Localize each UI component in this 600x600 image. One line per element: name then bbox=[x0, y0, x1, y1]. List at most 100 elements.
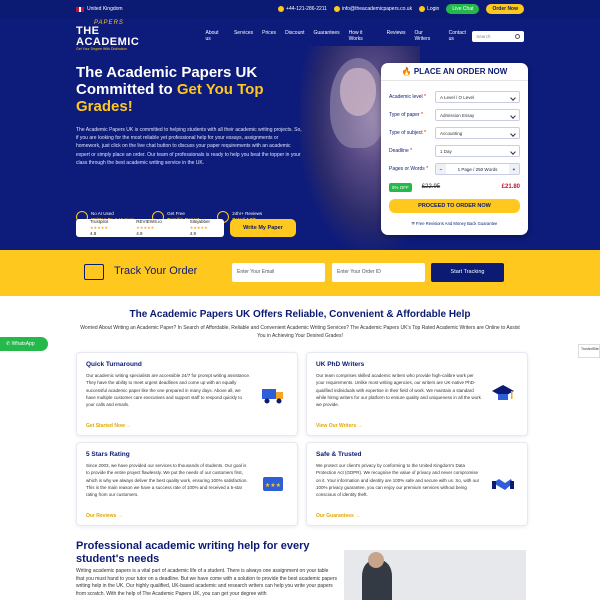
trusted-site-badge[interactable]: TrustedSite bbox=[578, 344, 600, 358]
email-text: info@theacademicpapers.co.uk bbox=[341, 6, 413, 12]
order-now-button[interactable]: Order Now bbox=[486, 4, 524, 14]
order-form-title-text: PLACE AN ORDER NOW bbox=[413, 67, 508, 76]
hero-description: The Academic Papers UK is committed to h… bbox=[76, 127, 302, 166]
card-safe-trusted: Safe & Trusted We protect our client's p… bbox=[306, 442, 528, 526]
handshake-icon bbox=[492, 479, 514, 490]
card-desc: Since 2003, we have provided our service… bbox=[86, 463, 248, 498]
card-title: Safe & Trusted bbox=[316, 451, 362, 458]
nav-item-services[interactable]: Services bbox=[234, 30, 253, 42]
track-order-title: Track Your Order bbox=[114, 265, 198, 277]
section-subtitle: Worried About Writing an Academic Paper?… bbox=[80, 325, 520, 339]
badge-label: No AI Used bbox=[91, 211, 114, 216]
live-chat-button[interactable]: Live Chat bbox=[446, 4, 480, 14]
user-icon bbox=[419, 6, 426, 12]
shield-icon: ⛨ bbox=[411, 221, 415, 226]
bottom-title: Professional academic writing help for e… bbox=[76, 540, 310, 565]
field-label: Academic level * bbox=[389, 94, 426, 100]
review-sitejabber[interactable]: Sitejabber ★★★★★ 4.9 bbox=[190, 219, 210, 237]
whatsapp-text: WhatsApp bbox=[11, 341, 35, 347]
badge-label: Get Free bbox=[167, 211, 185, 216]
phone-text: +44-121-286-2211 bbox=[286, 6, 327, 12]
review-reviewsio[interactable]: REVIEWS.io ★★★★★ 4.9 bbox=[136, 219, 162, 237]
search-input[interactable]: Search bbox=[472, 30, 524, 42]
card-phd-writers: UK PhD Writers Our team comprises skille… bbox=[306, 352, 528, 436]
login-text: Login bbox=[427, 6, 440, 12]
discount-badge: 5% OFF bbox=[389, 182, 412, 192]
review-rating: 4.9 bbox=[136, 231, 143, 236]
nav-item-about[interactable]: About us bbox=[205, 30, 224, 42]
card-title: 5 Stars Rating bbox=[86, 451, 130, 458]
card-link[interactable]: Our Guarantees → bbox=[316, 513, 360, 519]
paper-type-select[interactable]: Admission Essay bbox=[435, 109, 520, 121]
track-order-id-input[interactable]: Enter Your Order ID bbox=[332, 263, 425, 282]
phone-link[interactable]: +44-121-286-2211 bbox=[278, 6, 327, 12]
old-price: £22.95 bbox=[421, 184, 441, 190]
proceed-order-button[interactable]: PROCEED TO ORDER NOW bbox=[389, 199, 520, 213]
review-platforms: Trustpilot ★★★★★ 4.8 REVIEWS.io ★★★★★ 4.9 Si… bbox=[76, 219, 224, 237]
student-head bbox=[368, 552, 384, 568]
card-desc: Our team comprises skilled academic writ… bbox=[316, 373, 481, 408]
nav-item-reviews[interactable]: Reviews bbox=[387, 30, 406, 42]
uk-flag-icon bbox=[76, 6, 84, 12]
track-email-input[interactable]: Enter Your Email bbox=[232, 263, 325, 282]
card-desc: We protect our client's privacy by confo… bbox=[316, 463, 480, 498]
logo-line2: THE ACADEMIC bbox=[76, 25, 140, 49]
mail-icon bbox=[333, 6, 340, 12]
card-desc: Our academic writing specialists are acc… bbox=[86, 373, 251, 408]
graduation-cap-icon bbox=[492, 385, 514, 400]
email-link[interactable]: info@theacademicpapers.co.uk bbox=[333, 6, 413, 12]
pages-stepper: − 1 Page / 250 Words + bbox=[435, 163, 520, 175]
pages-row: Pages or Words * − 1 Page / 250 Words + bbox=[389, 163, 520, 175]
nav-item-discount[interactable]: Discount bbox=[285, 30, 304, 42]
field-label: Type of subject * bbox=[389, 130, 426, 136]
academic-level-row: Academic level * A Level / O Level bbox=[389, 91, 520, 103]
nav-item-contact[interactable]: Contact us bbox=[449, 30, 473, 42]
card-link[interactable]: View Our Writers → bbox=[316, 423, 363, 429]
svg-text:★★★: ★★★ bbox=[265, 482, 281, 489]
academic-level-select[interactable]: A Level / O Level bbox=[435, 91, 520, 103]
field-label: Type of paper * bbox=[389, 112, 423, 118]
rating-stars-icon: ★★★ bbox=[263, 477, 283, 491]
free-revisions-note: ⛨ Free Revisions And Money Back Guarante… bbox=[389, 221, 520, 226]
subject-row: Type of subject * Accounting bbox=[389, 127, 520, 139]
whatsapp-button[interactable]: ✆ WhatsApp bbox=[0, 337, 48, 351]
section-title: The Academic Papers UK Offers Reliable, … bbox=[129, 309, 471, 320]
nav-item-guarantees[interactable]: Guarantees bbox=[314, 30, 340, 42]
card-link[interactable]: Our Reviews → bbox=[86, 513, 123, 519]
logo-tagline: Get Your Degree With Distinction bbox=[76, 47, 128, 52]
badge-label: 24hr+ Reviews bbox=[232, 211, 263, 216]
top-bar: United Kingdom +44-121-286-2211 info@the… bbox=[0, 0, 600, 18]
field-label: Pages or Words * bbox=[389, 166, 429, 172]
truck-icon bbox=[84, 264, 104, 280]
hero-student-face bbox=[340, 68, 376, 116]
minus-button[interactable]: − bbox=[436, 164, 446, 174]
subject-select[interactable]: Accounting bbox=[435, 127, 520, 139]
deadline-row: Deadline * 1 Day bbox=[389, 145, 520, 157]
review-rating: 4.9 bbox=[189, 231, 196, 236]
card-title: UK PhD Writers bbox=[316, 361, 365, 368]
field-label: Deadline * bbox=[389, 148, 413, 154]
site-logo[interactable]: PAPERS THE ACADEMIC Get Your Degree With… bbox=[76, 20, 165, 52]
order-form-title: 🔥 PLACE AN ORDER NOW bbox=[381, 63, 528, 81]
start-tracking-button[interactable]: Start Tracking bbox=[431, 263, 504, 282]
nav-item-how-it-works[interactable]: How it Works bbox=[349, 30, 378, 42]
nav-item-prices[interactable]: Prices bbox=[262, 30, 276, 42]
nav-menu: About us Services Prices Discount Guaran… bbox=[205, 30, 472, 42]
card-quick-turnaround: Quick Turnaround Our academic writing sp… bbox=[76, 352, 298, 436]
card-title: Quick Turnaround bbox=[86, 361, 142, 368]
deadline-select[interactable]: 1 Day bbox=[435, 145, 520, 157]
phone-icon bbox=[278, 6, 285, 12]
nav-item-writers[interactable]: Our Writers bbox=[415, 30, 440, 42]
card-5-stars: 5 Stars Rating Since 2003, we have provi… bbox=[76, 442, 298, 526]
login-link[interactable]: Login bbox=[419, 6, 439, 12]
price-row: 5% OFF £22.95 £21.80 bbox=[389, 182, 520, 192]
country-label[interactable]: United Kingdom bbox=[87, 6, 123, 12]
review-trustpilot[interactable]: Trustpilot ★★★★★ 4.8 bbox=[90, 219, 108, 237]
delivery-truck-icon bbox=[262, 389, 283, 404]
write-my-paper-button[interactable]: Write My Paper bbox=[230, 219, 296, 237]
page: United Kingdom +44-121-286-2211 info@the… bbox=[0, 0, 600, 600]
card-link[interactable]: Get Started Now → bbox=[86, 423, 131, 429]
plus-button[interactable]: + bbox=[509, 164, 519, 174]
review-rating: 4.8 bbox=[89, 231, 97, 236]
free-note-text: Free Revisions And Money Back Guarantee bbox=[415, 221, 498, 226]
